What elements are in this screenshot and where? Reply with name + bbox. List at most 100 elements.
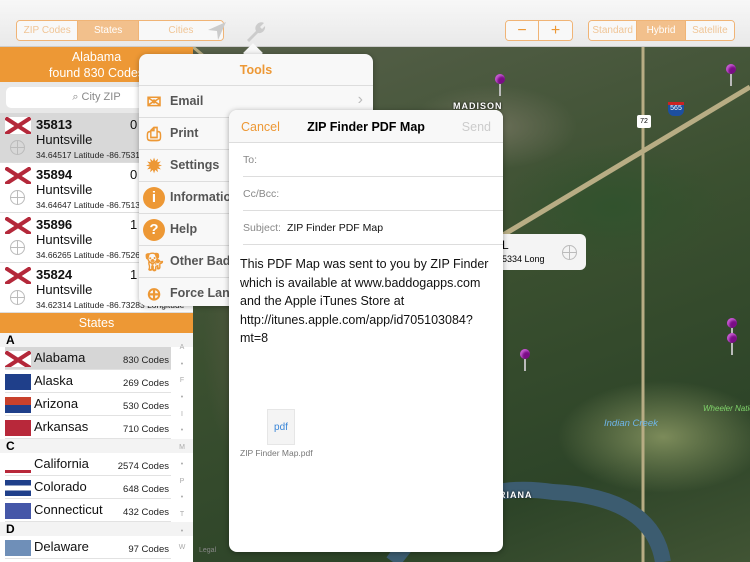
zip-city: Huntsville xyxy=(36,232,93,247)
map-pin[interactable] xyxy=(495,74,505,96)
index-letter[interactable]: • xyxy=(172,457,192,474)
zoom-control[interactable]: − + xyxy=(505,20,573,41)
pdf-file-icon[interactable]: pdf xyxy=(267,409,295,445)
locate-icon[interactable] xyxy=(10,190,25,205)
cc-bcc-field[interactable]: Cc/Bcc: xyxy=(243,177,503,211)
index-letter[interactable]: • xyxy=(172,524,192,541)
state-code-count: 648 Codes xyxy=(123,484,169,495)
index-letter[interactable]: • xyxy=(172,357,192,374)
legal-link[interactable]: Legal xyxy=(199,547,216,554)
help-icon: ? xyxy=(143,219,165,241)
map-label-riana: RIANA xyxy=(499,490,533,500)
state-row[interactable]: Connecticut 432 Codes xyxy=(5,499,171,522)
state-code-count: 710 Codes xyxy=(123,424,169,435)
map-label-wheeler: Wheeler National Wildlife Refuge xyxy=(703,404,750,413)
map-type-satellite[interactable]: Satellite xyxy=(685,21,734,40)
section-header: A xyxy=(0,333,193,347)
state-list[interactable]: A Alabama 830 Codes Alaska 269 Codes Arizona 5… xyxy=(0,333,193,559)
map-pin[interactable] xyxy=(520,349,530,371)
mail-compose-sheet: Cancel ZIP Finder PDF Map Send To: Cc/Bc… xyxy=(229,110,503,552)
zip-code: 35896 xyxy=(36,217,73,232)
index-letter[interactable]: F xyxy=(172,373,192,390)
state-row[interactable]: Colorado 648 Codes xyxy=(5,476,171,499)
locate-icon[interactable] xyxy=(562,245,577,260)
alabama-flag-icon xyxy=(5,217,31,234)
view-segmented-control[interactable]: ZIP Codes States Cities xyxy=(16,20,224,41)
index-letter[interactable]: A xyxy=(172,340,192,357)
mail-body[interactable]: This PDF Map was sent to you by ZIP Find… xyxy=(229,245,503,358)
state-flag-icon xyxy=(5,420,31,436)
index-letter[interactable]: M xyxy=(172,440,192,457)
map-pin[interactable] xyxy=(726,64,736,86)
zip-count: 1 xyxy=(130,217,138,232)
tools-item-label: Email xyxy=(170,94,204,108)
alabama-flag-icon xyxy=(5,267,31,284)
locate-icon[interactable] xyxy=(10,290,25,305)
zip-city: Huntsville xyxy=(36,132,93,147)
index-letter[interactable]: W xyxy=(172,540,192,557)
state-code-count: 269 Codes xyxy=(123,378,169,389)
send-button[interactable]: Send xyxy=(462,120,491,134)
map-type-control[interactable]: Standard Hybrid Satellite xyxy=(588,20,735,41)
state-name: Arkansas xyxy=(34,419,89,434)
state-name: Alabama xyxy=(34,350,86,365)
subject-field[interactable]: Subject: ZIP Finder PDF Map xyxy=(243,211,503,245)
section-index[interactable]: A • F • I • M • P • T • W xyxy=(172,340,192,558)
zoom-out-button[interactable]: − xyxy=(506,21,540,40)
state-name: Connecticut xyxy=(34,502,103,517)
index-letter[interactable]: P xyxy=(172,474,192,491)
chevron-right-icon: › xyxy=(357,91,363,108)
segment-states[interactable]: States xyxy=(78,21,139,40)
state-row[interactable]: Arkansas 710 Codes xyxy=(5,416,171,439)
index-letter[interactable]: • xyxy=(172,490,192,507)
to-label: To: xyxy=(243,154,258,166)
interstate-shield: 565 xyxy=(668,102,684,116)
map-pin[interactable] xyxy=(727,333,737,355)
map-type-hybrid[interactable]: Hybrid xyxy=(637,21,686,40)
dog-icon: 🐕︎ xyxy=(143,252,166,272)
state-code-count: 2574 Codes xyxy=(117,461,169,472)
state-row[interactable]: Delaware 97 Codes xyxy=(5,536,171,559)
gear-icon: ✹ xyxy=(146,156,162,176)
state-flag-icon xyxy=(5,457,31,473)
alabama-flag-icon xyxy=(5,167,31,184)
tools-item-label: Print xyxy=(170,126,199,140)
subject-label: Subject: xyxy=(243,222,281,234)
state-flag-icon xyxy=(5,503,31,519)
state-flag-icon xyxy=(5,374,31,390)
tools-item-label: Settings xyxy=(170,158,220,172)
tools-item-label: Help xyxy=(170,222,198,236)
state-row[interactable]: Arizona 530 Codes xyxy=(5,393,171,416)
to-field[interactable]: To: xyxy=(243,143,503,177)
states-header: States xyxy=(0,313,193,333)
index-letter[interactable]: I xyxy=(172,407,192,424)
segment-zip-codes[interactable]: ZIP Codes xyxy=(17,21,79,40)
state-code-count: 830 Codes xyxy=(123,355,169,366)
section-header: D xyxy=(0,522,193,536)
state-flag-icon xyxy=(5,397,31,413)
attachment-name: ZIP Finder Map.pdf xyxy=(240,448,313,458)
locate-icon[interactable] xyxy=(10,240,25,255)
zip-code: 35824 xyxy=(36,267,73,282)
zoom-in-button[interactable]: + xyxy=(539,21,572,40)
state-row[interactable]: Alaska 269 Codes xyxy=(5,370,171,393)
index-letter[interactable]: • xyxy=(172,423,192,440)
state-row[interactable]: Alabama 830 Codes xyxy=(5,347,171,370)
callout-subtitle: 5334 Long xyxy=(502,254,545,264)
info-icon: i xyxy=(143,187,165,209)
zip-city: Huntsville xyxy=(36,282,93,297)
subject-value[interactable]: ZIP Finder PDF Map xyxy=(287,222,383,234)
state-code-count: 432 Codes xyxy=(123,507,169,518)
state-row[interactable]: California 2574 Codes xyxy=(5,453,171,476)
state-name: California xyxy=(34,456,89,471)
state-name: Arizona xyxy=(34,396,79,411)
wrench-icon[interactable] xyxy=(243,19,267,43)
locate-icon[interactable] xyxy=(10,140,25,155)
state-name: Colorado xyxy=(34,479,87,494)
index-letter[interactable]: • xyxy=(172,390,192,407)
callout-title: L xyxy=(502,238,509,252)
index-letter[interactable]: T xyxy=(172,507,192,524)
location-arrow-icon[interactable] xyxy=(206,20,228,42)
search-placeholder: City ZIP xyxy=(81,91,121,103)
map-type-standard[interactable]: Standard xyxy=(589,21,638,40)
